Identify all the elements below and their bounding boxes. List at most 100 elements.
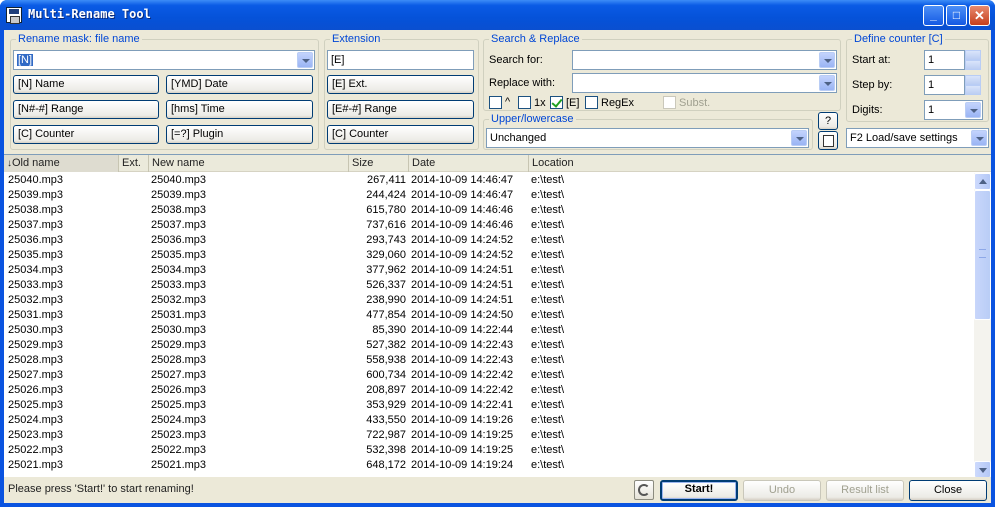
cell-location: e:\test\ bbox=[531, 294, 565, 306]
scroll-thumb[interactable] bbox=[974, 190, 991, 320]
undo-button[interactable]: Undo bbox=[743, 480, 821, 501]
search-for-input[interactable] bbox=[572, 50, 837, 70]
result-list-button[interactable]: Result list bbox=[826, 480, 904, 501]
digits-label: Digits: bbox=[852, 104, 883, 116]
step-down-arrow[interactable] bbox=[965, 85, 981, 95]
ext-range-placeholder-button[interactable]: [E#-#] Range bbox=[327, 100, 474, 119]
step-by-value: 1 bbox=[928, 79, 935, 91]
chevron-down-icon[interactable] bbox=[965, 102, 981, 118]
table-row[interactable]: 25022.mp3 25022.mp3 532,398 2014-10-09 14:1… bbox=[4, 443, 972, 458]
table-row[interactable]: 25029.mp3 25029.mp3 527,382 2014-10-09 14:2… bbox=[4, 338, 972, 353]
table-row[interactable]: 25033.mp3 25033.mp3 526,337 2014-10-09 14:2… bbox=[4, 278, 972, 293]
cell-location: e:\test\ bbox=[531, 204, 565, 216]
time-placeholder-button[interactable]: [hms] Time bbox=[166, 100, 313, 119]
start-at-input[interactable]: 1 bbox=[924, 50, 965, 70]
regex-checkbox[interactable] bbox=[585, 96, 598, 109]
chevron-down-icon[interactable] bbox=[791, 130, 807, 146]
col-date[interactable]: Date bbox=[409, 155, 529, 172]
col-new-name[interactable]: New name bbox=[149, 155, 349, 172]
case-combo[interactable]: Unchanged bbox=[486, 128, 809, 148]
close-button[interactable]: Close bbox=[909, 480, 987, 501]
extension-checkbox[interactable] bbox=[550, 96, 563, 109]
table-row[interactable]: 25039.mp3 25039.mp3 244,424 2014-10-09 14:4… bbox=[4, 188, 972, 203]
table-row[interactable]: 25021.mp3 25021.mp3 648,172 2014-10-09 14:1… bbox=[4, 458, 972, 473]
main-window: Multi-Rename Tool _ □ ✕ Rename mask: fil… bbox=[0, 0, 995, 507]
start-down-arrow[interactable] bbox=[965, 60, 981, 70]
scroll-up-arrow-icon[interactable] bbox=[974, 173, 991, 190]
cell-location: e:\test\ bbox=[531, 249, 565, 261]
cell-old-name: 25029.mp3 bbox=[8, 339, 64, 351]
date-placeholder-button[interactable]: [YMD] Date bbox=[166, 75, 313, 94]
chevron-down-icon[interactable] bbox=[297, 52, 313, 68]
maximize-button[interactable]: □ bbox=[946, 5, 967, 26]
refresh-button[interactable] bbox=[634, 480, 654, 500]
cell-size: 244,424 bbox=[366, 189, 406, 201]
replace-with-input[interactable] bbox=[572, 73, 837, 93]
table-row[interactable]: 25032.mp3 25032.mp3 238,990 2014-10-09 14:2… bbox=[4, 293, 972, 308]
col-size[interactable]: Size bbox=[349, 155, 409, 172]
one-x-checkbox[interactable] bbox=[518, 96, 531, 109]
subst-checkbox[interactable] bbox=[663, 96, 676, 109]
status-message: Please press 'Start!' to start renaming! bbox=[8, 483, 194, 495]
cell-location: e:\test\ bbox=[531, 429, 565, 441]
caret-checkbox[interactable] bbox=[489, 96, 502, 109]
col-ext[interactable]: Ext. bbox=[119, 155, 149, 172]
table-row[interactable]: 25038.mp3 25038.mp3 615,780 2014-10-09 14:4… bbox=[4, 203, 972, 218]
help-button[interactable]: ? bbox=[818, 112, 838, 130]
table-row[interactable]: 25040.mp3 25040.mp3 267,411 2014-10-09 14:4… bbox=[4, 173, 972, 188]
table-row[interactable]: 25028.mp3 25028.mp3 558,938 2014-10-09 14:2… bbox=[4, 353, 972, 368]
cell-date: 2014-10-09 14:24:52 bbox=[411, 234, 514, 246]
table-row[interactable]: 25037.mp3 25037.mp3 737,616 2014-10-09 14:4… bbox=[4, 218, 972, 233]
ext-placeholder-button[interactable]: [E] Ext. bbox=[327, 75, 474, 94]
minimize-button[interactable]: _ bbox=[923, 5, 944, 26]
cell-date: 2014-10-09 14:19:25 bbox=[411, 444, 514, 456]
step-up-arrow[interactable] bbox=[965, 75, 981, 85]
cell-old-name: 25028.mp3 bbox=[8, 354, 64, 366]
cell-old-name: 25037.mp3 bbox=[8, 219, 64, 231]
table-row[interactable]: 25030.mp3 25030.mp3 85,390 2014-10-09 14:22… bbox=[4, 323, 972, 338]
start-button[interactable]: Start! bbox=[660, 480, 738, 501]
table-row[interactable]: 25025.mp3 25025.mp3 353,929 2014-10-09 14:2… bbox=[4, 398, 972, 413]
start-up-arrow[interactable] bbox=[965, 50, 981, 60]
plugin-placeholder-button[interactable]: [=?] Plugin bbox=[166, 125, 313, 144]
table-row[interactable]: 25026.mp3 25026.mp3 208,897 2014-10-09 14:2… bbox=[4, 383, 972, 398]
vertical-scrollbar[interactable] bbox=[974, 173, 991, 478]
ext-counter-placeholder-button[interactable]: [C] Counter bbox=[327, 125, 474, 144]
name-placeholder-button[interactable]: [N] Name bbox=[13, 75, 159, 94]
extension-mask-input[interactable]: [E] bbox=[327, 50, 474, 70]
range-placeholder-button[interactable]: [N#-#] Range bbox=[13, 100, 159, 119]
cell-date: 2014-10-09 14:22:42 bbox=[411, 384, 514, 396]
cell-date: 2014-10-09 14:22:44 bbox=[411, 324, 514, 336]
notes-button[interactable] bbox=[818, 131, 838, 150]
rename-mask-group: Rename mask: file name [N] [N] Name [YMD… bbox=[10, 33, 319, 150]
col-location[interactable]: Location bbox=[529, 155, 991, 172]
table-row[interactable]: 25023.mp3 25023.mp3 722,987 2014-10-09 14:1… bbox=[4, 428, 972, 443]
table-row[interactable]: 25027.mp3 25027.mp3 600,734 2014-10-09 14:2… bbox=[4, 368, 972, 383]
cell-location: e:\test\ bbox=[531, 354, 565, 366]
digits-combo[interactable]: 1 bbox=[924, 100, 983, 120]
cell-size: 648,172 bbox=[366, 459, 406, 471]
table-row[interactable]: 25035.mp3 25035.mp3 329,060 2014-10-09 14:2… bbox=[4, 248, 972, 263]
scroll-down-arrow-icon[interactable] bbox=[974, 461, 991, 478]
file-list[interactable]: ↓Old name Ext. New name Size Date Locati… bbox=[4, 154, 991, 478]
col-old-name[interactable]: ↓Old name bbox=[4, 155, 119, 172]
mask-value: [N] bbox=[17, 54, 34, 66]
cell-old-name: 25025.mp3 bbox=[8, 399, 64, 411]
close-window-button[interactable]: ✕ bbox=[969, 5, 990, 26]
counter-placeholder-button[interactable]: [C] Counter bbox=[13, 125, 159, 144]
mask-combo[interactable]: [N] bbox=[13, 50, 315, 70]
chevron-down-icon[interactable] bbox=[971, 130, 987, 146]
load-save-settings-combo[interactable]: F2 Load/save settings bbox=[846, 128, 989, 148]
case-group: Upper/lowercase Unchanged bbox=[483, 113, 813, 150]
cell-new-name: 25040.mp3 bbox=[151, 174, 207, 186]
table-row[interactable]: 25024.mp3 25024.mp3 433,550 2014-10-09 14:1… bbox=[4, 413, 972, 428]
table-row[interactable]: 25036.mp3 25036.mp3 293,743 2014-10-09 14:2… bbox=[4, 233, 972, 248]
title-bar[interactable]: Multi-Rename Tool _ □ ✕ bbox=[0, 0, 995, 30]
cell-old-name: 25039.mp3 bbox=[8, 189, 64, 201]
chevron-down-icon[interactable] bbox=[819, 75, 835, 91]
step-by-input[interactable]: 1 bbox=[924, 75, 965, 95]
chevron-down-icon[interactable] bbox=[819, 52, 835, 68]
table-row[interactable]: 25031.mp3 25031.mp3 477,854 2014-10-09 14:2… bbox=[4, 308, 972, 323]
table-row[interactable]: 25034.mp3 25034.mp3 377,962 2014-10-09 14:2… bbox=[4, 263, 972, 278]
cell-date: 2014-10-09 14:24:51 bbox=[411, 294, 514, 306]
